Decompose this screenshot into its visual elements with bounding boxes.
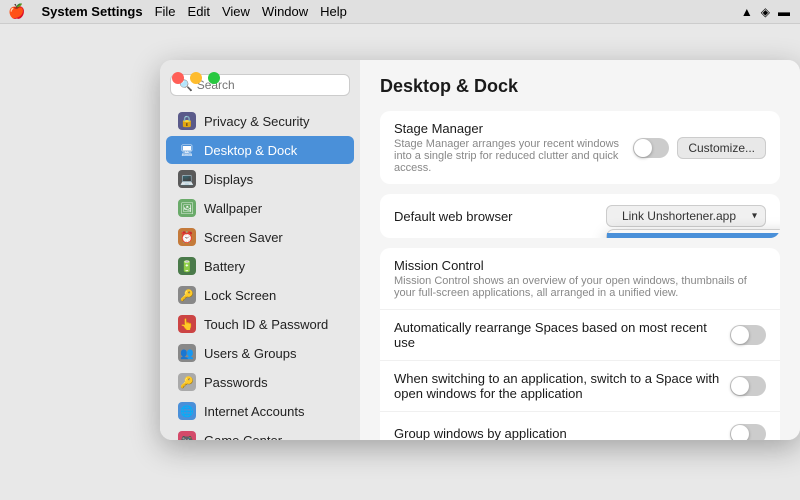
- minimize-button[interactable]: [190, 72, 202, 84]
- dropdown-item-link-unshortener[interactable]: ✓Link Unshortener.app: [607, 233, 780, 238]
- browser-dropdown-button[interactable]: Link Unshortener.app: [606, 205, 766, 227]
- stage-manager-section: Stage Manager Stage Manager arranges you…: [380, 111, 780, 184]
- battery-icon: 🔋: [178, 257, 196, 275]
- browser-dropdown-container: Link Unshortener.app ✓Link Unshortener.a…: [606, 205, 766, 227]
- auto-rearrange-label: Automatically rearrange Spaces based on …: [394, 320, 730, 350]
- touchid-icon: 👆: [178, 315, 196, 333]
- group-windows-row: Group windows by application: [380, 412, 780, 440]
- sidebar-item-label-privacy: Privacy & Security: [204, 114, 309, 129]
- sidebar-item-label-screensaver: Screen Saver: [204, 230, 283, 245]
- sidebar-item-label-users: Users & Groups: [204, 346, 296, 361]
- passwords-icon: 🔑: [178, 373, 196, 391]
- sidebar-item-displays[interactable]: 💻 Displays: [166, 165, 354, 193]
- sidebar-item-battery[interactable]: 🔋 Battery: [166, 252, 354, 280]
- stage-manager-label-group: Stage Manager Stage Manager arranges you…: [394, 121, 633, 174]
- main-window: 🔍 🔒Privacy & Security🖥Desktop & Dock💻Dis…: [160, 60, 800, 440]
- close-button[interactable]: [172, 72, 184, 84]
- sidebar-item-label-battery: Battery: [204, 259, 245, 274]
- stage-manager-controls: Customize...: [633, 137, 766, 159]
- users-icon: 👥: [178, 344, 196, 362]
- privacy-icon: 🔒: [178, 112, 196, 130]
- sidebar-item-label-touchid: Touch ID & Password: [204, 317, 328, 332]
- wifi-icon: ▲: [741, 5, 753, 19]
- sidebar-item-label-passwords: Passwords: [204, 375, 268, 390]
- browser-label: Default web browser: [394, 209, 606, 224]
- browser-dropdown-menu: ✓Link Unshortener.appGoogle Chrome.appPr…: [606, 229, 780, 238]
- menubar-right: ▲ ◈ ▬: [741, 5, 790, 19]
- sidebar-item-label-desktop: Desktop & Dock: [204, 143, 297, 158]
- stage-manager-toggle[interactable]: [633, 138, 669, 158]
- sidebar-item-touchid[interactable]: 👆 Touch ID & Password: [166, 310, 354, 338]
- menubar-left: 🍎 System Settings File Edit View Window …: [8, 3, 347, 20]
- sidebar-item-desktop[interactable]: 🖥 Desktop & Dock: [166, 136, 354, 164]
- page-title: Desktop & Dock: [380, 76, 780, 97]
- window-controls: [172, 72, 220, 84]
- sidebar-item-label-displays: Displays: [204, 172, 253, 187]
- group-windows-label: Group windows by application: [394, 426, 730, 440]
- displays-icon: 💻: [178, 170, 196, 188]
- auto-rearrange-toggle[interactable]: [730, 325, 766, 345]
- sidebar-item-gamecenter[interactable]: 🎮 Game Center: [166, 426, 354, 440]
- apple-logo-icon[interactable]: 🍎: [8, 3, 25, 20]
- menubar-app-name[interactable]: System Settings: [41, 4, 142, 19]
- sidebar-item-internet[interactable]: 🌐 Internet Accounts: [166, 397, 354, 425]
- screensaver-icon: ⏰: [178, 228, 196, 246]
- menubar-help[interactable]: Help: [320, 4, 347, 19]
- battery-icon: ▬: [778, 5, 790, 19]
- sidebar-item-lock[interactable]: 🔑 Lock Screen: [166, 281, 354, 309]
- sidebar-item-screensaver[interactable]: ⏰ Screen Saver: [166, 223, 354, 251]
- stage-manager-desc: Stage Manager arranges your recent windo…: [394, 138, 633, 174]
- gamecenter-icon: 🎮: [178, 431, 196, 440]
- menubar-view[interactable]: View: [222, 4, 250, 19]
- mission-control-desc: Mission Control shows an overview of you…: [394, 275, 766, 299]
- content-area: Desktop & Dock Stage Manager Stage Manag…: [360, 60, 800, 440]
- browser-section: Default web browser Link Unshortener.app…: [380, 194, 780, 238]
- browser-row: Default web browser Link Unshortener.app…: [380, 194, 780, 238]
- sidebar-item-privacy[interactable]: 🔒 Privacy & Security: [166, 107, 354, 135]
- stage-manager-row: Stage Manager Stage Manager arranges you…: [380, 111, 780, 184]
- internet-icon: 🌐: [178, 402, 196, 420]
- desktop-icon: 🖥: [178, 141, 196, 159]
- maximize-button[interactable]: [208, 72, 220, 84]
- wallpaper-icon: 🖼: [178, 199, 196, 217]
- sidebar: 🔍 🔒Privacy & Security🖥Desktop & Dock💻Dis…: [160, 60, 360, 440]
- sidebar-item-label-wallpaper: Wallpaper: [204, 201, 262, 216]
- mission-control-label: Mission Control: [394, 258, 766, 273]
- switch-space-label: When switching to an application, switch…: [394, 371, 730, 401]
- sidebar-item-label-lock: Lock Screen: [204, 288, 276, 303]
- auto-rearrange-row: Automatically rearrange Spaces based on …: [380, 310, 780, 361]
- menubar-edit[interactable]: Edit: [188, 4, 210, 19]
- stage-manager-label: Stage Manager: [394, 121, 633, 136]
- stage-manager-customize-button[interactable]: Customize...: [677, 137, 766, 159]
- menubar-window[interactable]: Window: [262, 4, 308, 19]
- sidebar-item-wallpaper[interactable]: 🖼 Wallpaper: [166, 194, 354, 222]
- lock-icon: 🔑: [178, 286, 196, 304]
- sidebar-item-label-internet: Internet Accounts: [204, 404, 304, 419]
- toggle-knob: [731, 425, 749, 441]
- sidebar-item-label-gamecenter: Game Center: [204, 433, 282, 441]
- toggle-knob: [634, 139, 652, 157]
- sidebar-item-users[interactable]: 👥 Users & Groups: [166, 339, 354, 367]
- bluetooth-icon: ◈: [761, 5, 770, 19]
- toggle-knob: [731, 326, 749, 344]
- mission-control-section: Mission Control Mission Control shows an…: [380, 248, 780, 440]
- toggle-knob: [731, 377, 749, 395]
- mission-control-label-group: Mission Control Mission Control shows an…: [394, 258, 766, 299]
- mission-control-row: Mission Control Mission Control shows an…: [380, 248, 780, 310]
- group-windows-toggle[interactable]: [730, 424, 766, 441]
- sidebar-items-container: 🔒 Privacy & Security 🖥 Desktop & Dock 💻 Displ…: [160, 106, 360, 440]
- menubar: 🍎 System Settings File Edit View Window …: [0, 0, 800, 24]
- switch-space-toggle[interactable]: [730, 376, 766, 396]
- sidebar-item-passwords[interactable]: 🔑 Passwords: [166, 368, 354, 396]
- switch-space-row: When switching to an application, switch…: [380, 361, 780, 412]
- menubar-file[interactable]: File: [155, 4, 176, 19]
